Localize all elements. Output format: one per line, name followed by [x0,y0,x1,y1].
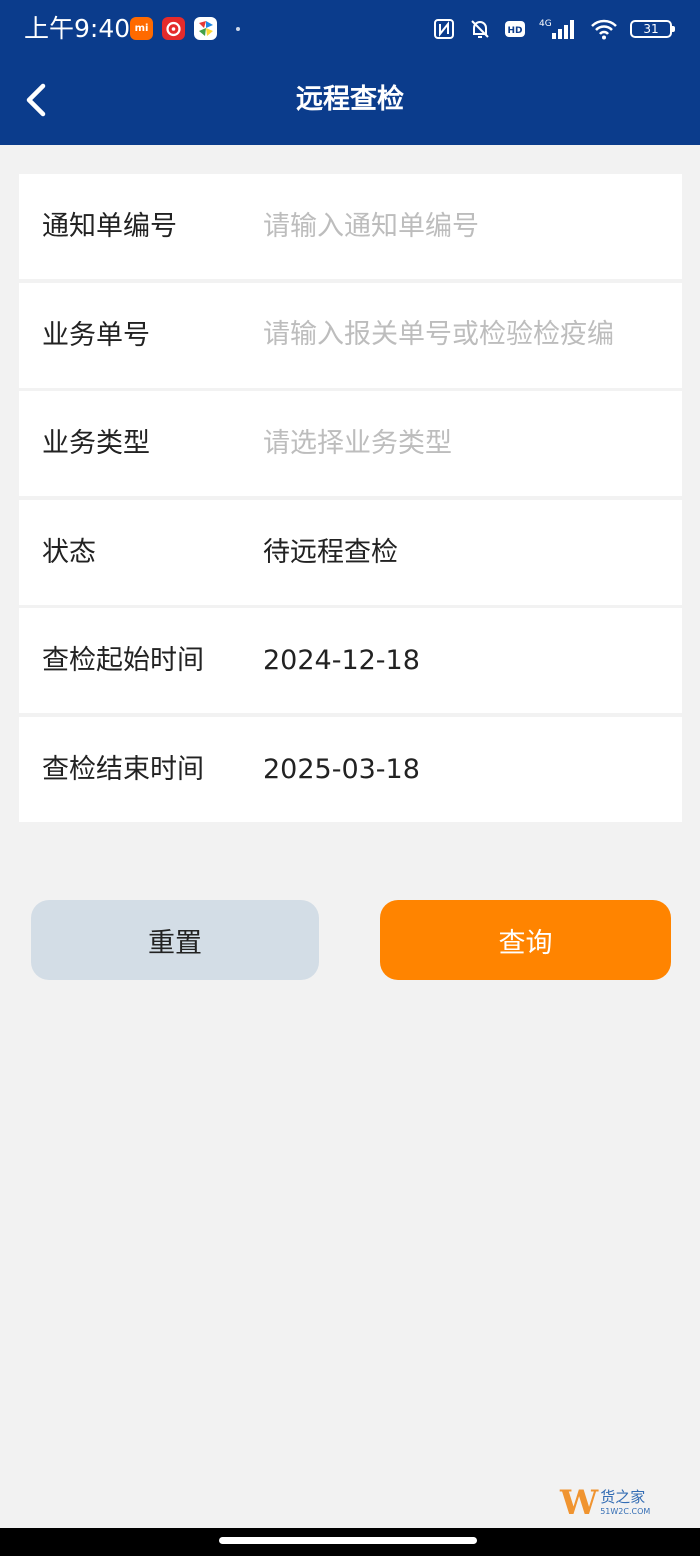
notification-dot-icon [236,27,240,31]
form-row-status[interactable]: 状态 待远程查检 [19,499,682,605]
start-date-picker[interactable]: 2024-12-18 [263,608,420,713]
status-icons: HD 4G 31 [432,14,675,44]
watermark-logo: W 货之家 51W2C.COM [560,1478,688,1528]
bell-off-icon [468,17,492,41]
nav-bar: 远程查检 [0,58,700,145]
nfc-icon [432,17,456,41]
svg-text:HD: HD [507,26,522,36]
watermark-w-icon: W [560,1483,599,1523]
svg-text:4G: 4G [539,19,552,29]
end-date-picker[interactable]: 2025-03-18 [263,717,420,822]
query-button[interactable]: 查询 [380,900,671,980]
wifi-icon [590,18,618,40]
hd-icon: HD [504,19,526,39]
business-type-select[interactable]: 请选择业务类型 [263,391,452,496]
business-number-label: 业务单号 [42,319,150,351]
notice-number-label: 通知单编号 [42,211,177,242]
app-header: 上午9:40 mi HD 4G 31 远程查检 [0,0,700,145]
business-number-input[interactable] [263,308,668,361]
watermark-text: 货之家 51W2C.COM [600,1490,650,1516]
gesture-bar [0,1528,700,1556]
battery-icon: 31 [630,20,675,38]
notice-number-input[interactable] [263,200,668,252]
page-title: 远程查检 [296,84,404,115]
status-label: 状态 [42,536,96,568]
reset-button[interactable]: 重置 [31,900,319,980]
watermark-sub-text: 51W2C.COM [600,1507,651,1516]
status-bar: 上午9:40 mi HD 4G 31 [0,0,700,58]
music-app-icon [162,17,185,40]
end-date-label: 查检结束时间 [42,753,204,785]
status-time: 上午9:40 [24,14,131,43]
status-select[interactable]: 待远程查检 [263,500,398,605]
colorful-app-icon [194,17,217,40]
search-form: 通知单编号 业务单号 业务类型 请选择业务类型 状态 待远程查检 查检起始时间 … [19,174,682,822]
form-row-end-date[interactable]: 查检结束时间 2025-03-18 [19,716,682,822]
form-row-notice-number: 通知单编号 [19,174,682,279]
watermark-main-text: 货之家 [600,1488,646,1506]
start-date-label: 查检起始时间 [42,645,204,677]
form-row-business-number: 业务单号 [19,282,682,388]
home-indicator[interactable] [219,1537,477,1544]
mi-app-icon: mi [130,17,153,40]
form-row-start-date[interactable]: 查检起始时间 2024-12-18 [19,608,682,714]
form-row-business-type[interactable]: 业务类型 请选择业务类型 [19,391,682,497]
cellular-signal-icon: 4G [538,17,578,41]
business-type-label: 业务类型 [42,428,150,460]
